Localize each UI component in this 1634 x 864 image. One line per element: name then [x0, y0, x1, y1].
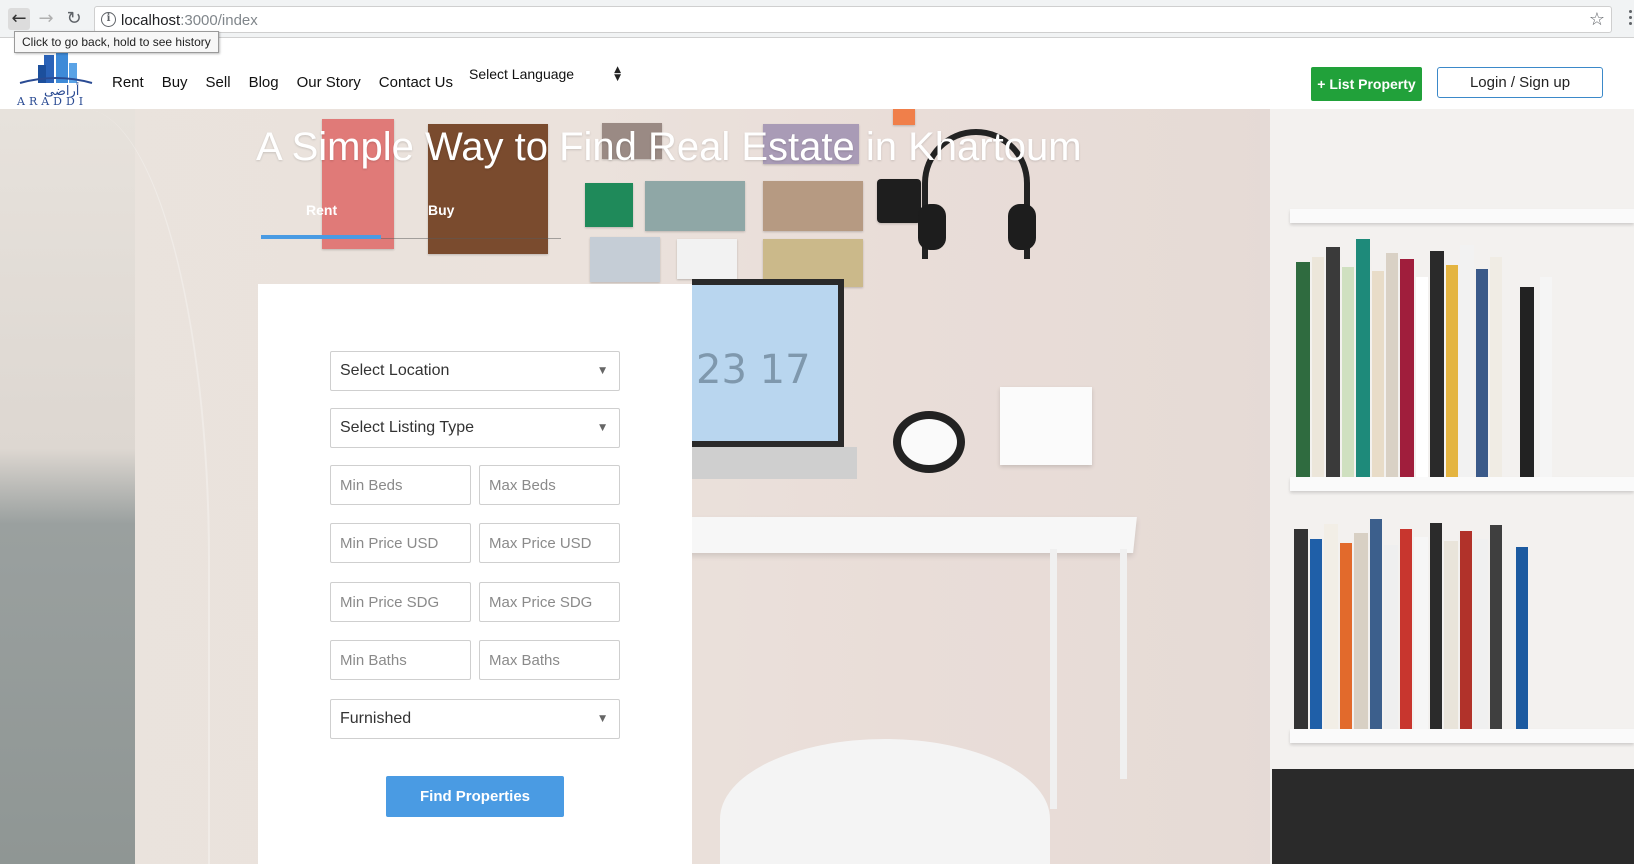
logo[interactable]: أراضي ARADDI: [14, 49, 98, 108]
logo-text: ARADDI: [17, 95, 88, 108]
max-price-usd-input[interactable]: [479, 523, 620, 563]
background-desk-leg: [1120, 549, 1127, 779]
background-pinboard-item: [677, 239, 737, 279]
background-pen-holder: [1000, 387, 1092, 465]
find-properties-button[interactable]: Find Properties: [386, 776, 564, 817]
address-bar[interactable]: i localhost:3000/index ☆: [94, 6, 1612, 33]
nav-sell[interactable]: Sell: [206, 74, 231, 91]
url-text[interactable]: localhost:3000/index: [121, 12, 258, 29]
background-desk-leg: [1050, 549, 1057, 809]
search-form: Select Location ▼ Select Listing Type ▼ …: [258, 284, 692, 864]
background-desk: [688, 517, 1137, 553]
reload-icon[interactable]: ↻: [63, 8, 85, 30]
list-property-button[interactable]: + List Property: [1311, 67, 1422, 101]
background-shelf-bottom: [1272, 769, 1634, 864]
site-header: أراضي ARADDI Rent Buy Sell Blog Our Stor…: [0, 39, 1634, 109]
min-baths-input[interactable]: [330, 640, 471, 680]
nav-contact-us[interactable]: Contact Us: [379, 74, 453, 91]
info-icon[interactable]: i: [101, 12, 116, 27]
max-baths-input[interactable]: [479, 640, 620, 680]
chevron-down-icon: ▼: [599, 423, 606, 433]
max-beds-input[interactable]: [479, 465, 620, 505]
language-select-label: Select Language: [469, 66, 575, 82]
background-shelf-board: [1290, 729, 1634, 743]
logo-building-icon: أراضي: [19, 51, 93, 99]
nav-rent[interactable]: Rent: [112, 74, 144, 91]
background-pinboard-item: [877, 179, 921, 223]
bookmark-star-icon[interactable]: ☆: [1589, 9, 1605, 30]
background-headphone-cup: [1008, 204, 1036, 250]
tab-rent[interactable]: Rent: [306, 202, 337, 218]
background-headphone-cup: [918, 204, 946, 250]
min-price-sdg-input[interactable]: [330, 582, 471, 622]
background-pinboard-item: [893, 109, 915, 125]
background-shelf-board: [1290, 477, 1634, 491]
active-tab-indicator: [261, 235, 381, 239]
forward-arrow-icon[interactable]: →: [35, 8, 57, 30]
hero-title: A Simple Way to Find Real Estate in Khar…: [256, 125, 1082, 169]
browser-toolbar: ← → ↻ i localhost:3000/index ☆: [0, 0, 1634, 38]
location-select-label: Select Location: [340, 362, 450, 379]
furnished-select[interactable]: Furnished ▼: [330, 699, 620, 739]
background-books-upper: [1290, 234, 1634, 477]
max-price-sdg-input[interactable]: [479, 582, 620, 622]
background-chair: [720, 739, 1050, 864]
chevron-down-icon: ▼: [599, 714, 606, 724]
background-curve: [0, 109, 210, 864]
background-laptop-base: [692, 447, 857, 479]
listing-type-select[interactable]: Select Listing Type ▼: [330, 408, 620, 448]
background-books-lower: [1290, 509, 1634, 729]
language-select[interactable]: Select Language ▲ ▼: [469, 66, 625, 88]
main-nav: Rent Buy Sell Blog Our Story Contact Us: [112, 74, 471, 91]
back-tooltip: Click to go back, hold to see history: [14, 31, 219, 53]
furnished-select-label: Furnished: [340, 710, 412, 727]
login-signup-button[interactable]: Login / Sign up: [1437, 67, 1603, 98]
nav-buy[interactable]: Buy: [162, 74, 188, 91]
background-pinboard-item: [645, 181, 745, 231]
back-arrow-icon[interactable]: ←: [8, 8, 30, 30]
nav-our-story[interactable]: Our Story: [297, 74, 361, 91]
chevron-down-icon: ▼: [599, 366, 606, 376]
background-pinboard-item: [585, 183, 633, 227]
search-tabs: Rent Buy: [261, 199, 561, 239]
updown-arrows-icon: ▲ ▼: [614, 65, 621, 83]
tab-buy[interactable]: Buy: [428, 202, 454, 218]
listing-type-select-label: Select Listing Type: [340, 419, 475, 436]
background-speaker: [893, 411, 965, 473]
menu-kebab-icon[interactable]: [1629, 10, 1632, 28]
background-pinboard-item: [590, 237, 660, 282]
background-shelf-board: [1290, 209, 1634, 223]
min-beds-input[interactable]: [330, 465, 471, 505]
laptop-clock-text: 23 17: [696, 347, 811, 393]
background-laptop: 23 17: [692, 279, 844, 447]
location-select[interactable]: Select Location ▼: [330, 351, 620, 391]
hero-section: 23 17 A Simple Way to Find Real Estate i…: [0, 109, 1634, 864]
min-price-usd-input[interactable]: [330, 523, 471, 563]
nav-blog[interactable]: Blog: [249, 74, 279, 91]
background-pinboard-item: [763, 181, 863, 231]
